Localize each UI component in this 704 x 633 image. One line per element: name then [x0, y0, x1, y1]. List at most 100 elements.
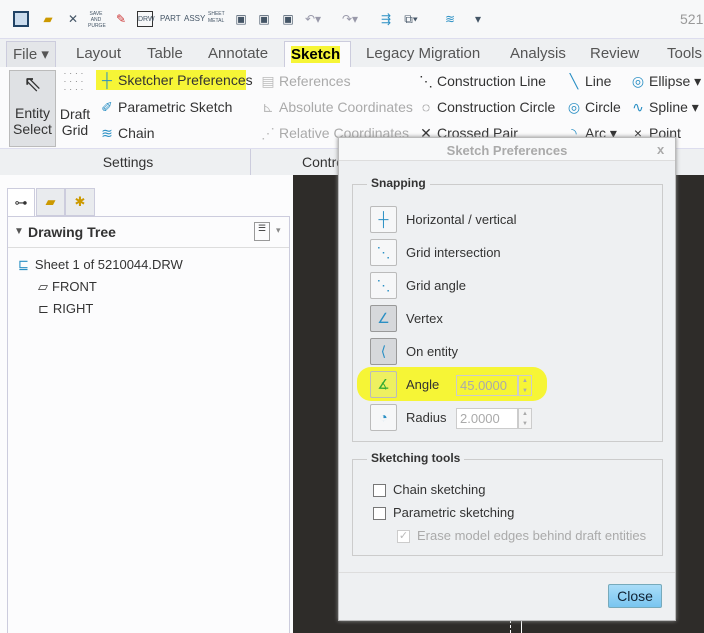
angle-spinner[interactable]: ▲ ▼: [518, 375, 532, 396]
collapse-icon[interactable]: ▼: [14, 226, 24, 237]
tab-layout[interactable]: Layout: [70, 41, 127, 67]
snap-grid-intersection[interactable]: ⋱ Grid intersection: [370, 239, 660, 267]
tree-item-front[interactable]: ▱ FRONT: [38, 279, 97, 295]
button-label: Construction Line: [437, 73, 546, 89]
button-label: Draft: [59, 106, 91, 122]
grid-intersection-icon[interactable]: ⋱: [370, 239, 397, 266]
snap-angle[interactable]: ∡ Angle 45.0000 ▲ ▼: [370, 371, 660, 399]
erase-model-edges-checkbox[interactable]: ✓: [397, 530, 410, 543]
sketcher-preferences-button[interactable]: ┼ Sketcher Preferences: [96, 70, 253, 90]
tab-table[interactable]: Table: [141, 41, 189, 67]
radius-spinner[interactable]: ▲ ▼: [518, 408, 532, 429]
sketcher-preferences-icon: ┼: [102, 72, 112, 88]
customize-icon[interactable]: ▾: [470, 11, 486, 27]
line-button[interactable]: ╲ Line: [566, 73, 612, 90]
on-entity-icon[interactable]: ⟨: [370, 338, 397, 365]
circle-button[interactable]: ◎ Circle: [566, 99, 621, 116]
button-label: Circle: [585, 99, 621, 115]
entity-select-button[interactable]: ⇖ Entity Select: [9, 70, 56, 147]
ribbon-tabs: File ▾ Layout Table Annotate Sketch Lega…: [0, 39, 704, 67]
snap-label: On entity: [406, 344, 459, 359]
parametric-sketch-button[interactable]: ✐ Parametric Sketch: [99, 99, 232, 116]
tab-review[interactable]: Review: [584, 41, 645, 67]
chain-button[interactable]: ≋ Chain: [99, 125, 154, 142]
parametric-sketching-checkbox[interactable]: [373, 507, 386, 520]
tree-settings-icon[interactable]: ☰: [254, 222, 270, 241]
spline-button[interactable]: ∿ Spline ▾: [630, 99, 699, 116]
part-icon[interactable]: PART: [160, 11, 181, 27]
snap-horizontal-vertical[interactable]: ┼ Horizontal / vertical: [370, 206, 660, 234]
tab-annotate[interactable]: Annotate: [202, 41, 274, 67]
regenerate-icon[interactable]: ⇶: [378, 11, 394, 27]
save-icon[interactable]: ▣: [233, 11, 249, 27]
sketching-tools-group: Sketching tools Chain sketching Parametr…: [352, 451, 663, 556]
snap-label: Grid angle: [406, 278, 466, 293]
close-button[interactable]: Close: [608, 584, 662, 608]
drawing-tree-panel: ▼ Drawing Tree ☰ ▾ ⊑ Sheet 1 of 5210044.D…: [7, 216, 290, 633]
ellipse-button[interactable]: ◎ Ellipse ▾: [630, 73, 701, 90]
undo-icon[interactable]: ↶▾: [305, 11, 321, 27]
save-as-icon[interactable]: ▣: [256, 11, 272, 27]
app-icon[interactable]: [13, 11, 29, 27]
button-label: Spline: [649, 99, 688, 115]
redo-icon[interactable]: ↷▾: [342, 11, 358, 27]
layers-icon[interactable]: ≋: [442, 11, 458, 27]
angle-icon[interactable]: ∡: [370, 371, 397, 398]
vertex-icon[interactable]: ∠: [370, 305, 397, 332]
erase-icon[interactable]: ✎: [113, 11, 129, 27]
tab-tools[interactable]: Tools: [661, 41, 704, 67]
grid-icon: ···· ···· ····: [63, 69, 87, 94]
button-label: Absolute Coordinates: [279, 99, 413, 115]
snap-grid-angle[interactable]: ⋱ Grid angle: [370, 272, 660, 300]
angle-input[interactable]: 45.0000: [456, 375, 518, 396]
divider: [250, 149, 251, 175]
open-icon[interactable]: ▰: [40, 11, 56, 27]
close-window-icon[interactable]: ✕: [65, 11, 81, 27]
windows-icon[interactable]: ⧉▾: [403, 11, 419, 27]
references-button[interactable]: ▤ References: [260, 73, 350, 90]
tab-favorites[interactable]: ✱: [65, 188, 95, 216]
snap-vertex[interactable]: ∠ Vertex: [370, 305, 660, 333]
tab-analysis[interactable]: Analysis: [504, 41, 572, 67]
radius-icon[interactable]: ◔: [370, 404, 397, 431]
tab-label: File: [13, 46, 38, 63]
sheet-icon: ⊑: [18, 257, 29, 272]
button-label: Construction Circle: [437, 99, 556, 115]
grid-angle-icon[interactable]: ⋱: [370, 272, 397, 299]
tab-file[interactable]: File ▾: [6, 41, 56, 67]
tab-sketch[interactable]: Sketch: [284, 41, 351, 67]
line-icon: ╲: [569, 73, 579, 89]
tab-legacy-migration[interactable]: Legacy Migration: [360, 41, 486, 67]
chain-sketching-checkbox[interactable]: [373, 484, 386, 497]
sheet-border-line: [521, 620, 522, 633]
snap-on-entity[interactable]: ⟨ On entity: [370, 338, 660, 366]
tree-item-sheet[interactable]: ⊑ Sheet 1 of 5210044.DRW: [18, 257, 183, 273]
construction-circle-button[interactable]: ◌ Construction Circle: [418, 99, 555, 115]
chevron-down-icon[interactable]: ▾: [276, 225, 281, 236]
arrow-cursor-icon: ⇖: [23, 71, 42, 96]
close-icon[interactable]: x: [657, 142, 664, 157]
construction-line-button[interactable]: ⋱ Construction Line: [418, 73, 546, 90]
tree-item-label: RIGHT: [52, 301, 94, 316]
horizontal-vertical-icon[interactable]: ┼: [370, 206, 397, 233]
save-and-purge-icon[interactable]: SAVE AND PURGE: [88, 11, 106, 29]
absolute-coordinates-button[interactable]: ⊾ Absolute Coordinates: [260, 99, 413, 116]
tab-folder-browser[interactable]: ▰: [36, 188, 65, 216]
drw-icon[interactable]: DRW: [137, 11, 155, 27]
ellipse-icon: ◎: [631, 73, 645, 89]
tab-model-tree[interactable]: ⊶: [7, 188, 35, 217]
assy-icon[interactable]: ASSY: [184, 11, 205, 27]
window-title: 521: [680, 11, 704, 27]
snap-radius[interactable]: ◔ Radius 2.0000 ▲ ▼: [370, 404, 660, 432]
quick-access-toolbar: ▰ ✕ SAVE AND PURGE ✎ DRW PART ASSY SHEET…: [0, 0, 704, 39]
sheet-border-line: [510, 620, 511, 633]
sheet-metal-icon[interactable]: SHEET METAL: [208, 11, 225, 27]
references-icon: ▤: [261, 73, 275, 89]
draft-grid-button[interactable]: ···· ···· ···· Draft Grid: [56, 70, 94, 147]
tree-item-label: FRONT: [52, 279, 97, 294]
snap-label: Angle: [406, 377, 440, 392]
radius-input[interactable]: 2.0000: [456, 408, 518, 429]
group-settings-label: Settings: [102, 154, 154, 170]
tree-item-right[interactable]: ⊏ RIGHT: [38, 301, 93, 317]
backup-icon[interactable]: ▣: [280, 11, 296, 27]
